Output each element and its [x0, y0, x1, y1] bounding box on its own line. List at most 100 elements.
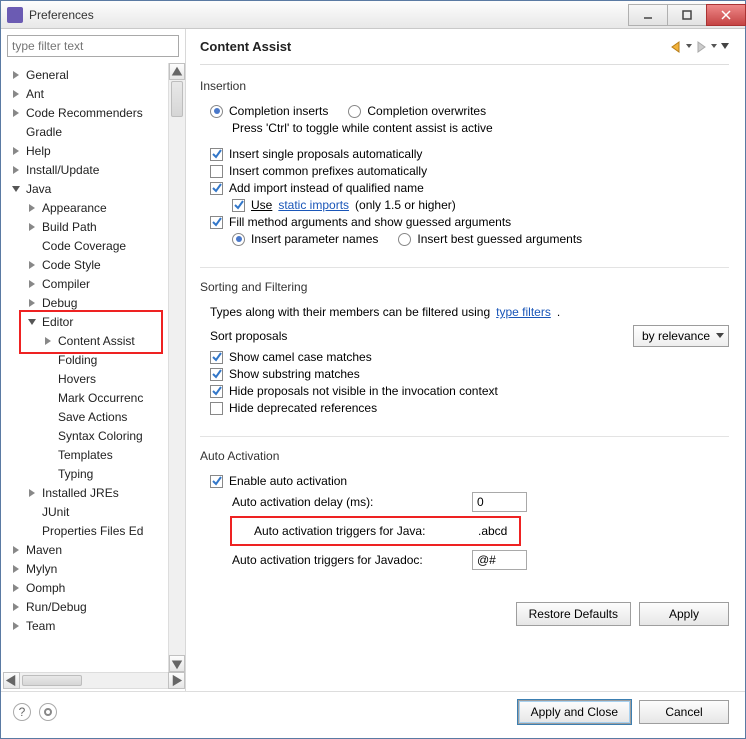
add-import-checkbox[interactable]: [210, 182, 223, 195]
tree-item[interactable]: Oomph: [3, 578, 168, 597]
tree-item[interactable]: Compiler: [3, 274, 168, 293]
preferences-tree[interactable]: GeneralAntCode RecommendersGradleHelpIns…: [1, 63, 168, 672]
tree-twisty-icon[interactable]: [11, 184, 21, 194]
tree-item[interactable]: Mark Occurrenc: [3, 388, 168, 407]
tree-twisty-icon[interactable]: [27, 203, 37, 213]
sorting-heading: Sorting and Filtering: [200, 280, 729, 294]
static-imports-link[interactable]: static imports: [278, 198, 349, 212]
tree-item[interactable]: Java: [3, 179, 168, 198]
tree-twisty-icon[interactable]: [43, 336, 53, 346]
tree-item[interactable]: Mylyn: [3, 559, 168, 578]
back-button[interactable]: [671, 41, 692, 53]
restore-defaults-button[interactable]: Restore Defaults: [516, 602, 631, 626]
apply-button[interactable]: Apply: [639, 602, 729, 626]
use-static-imports-pre: Use: [251, 198, 272, 212]
tree-twisty-icon[interactable]: [11, 545, 21, 555]
minimize-button[interactable]: [628, 4, 668, 26]
completion-overwrites-radio[interactable]: [348, 105, 361, 118]
tree-item[interactable]: JUnit: [3, 502, 168, 521]
tree-twisty-icon[interactable]: [11, 583, 21, 593]
tree-item[interactable]: Debug: [3, 293, 168, 312]
tree-vscroll[interactable]: [168, 63, 185, 672]
tree-item[interactable]: Folding: [3, 350, 168, 369]
tree-item[interactable]: Templates: [3, 445, 168, 464]
tree-twisty-icon[interactable]: [27, 279, 37, 289]
insert-best-guessed-radio[interactable]: [398, 233, 411, 246]
use-static-imports-checkbox[interactable]: [232, 199, 245, 212]
substring-checkbox[interactable]: [210, 368, 223, 381]
completion-inserts-radio[interactable]: [210, 105, 223, 118]
scroll-thumb[interactable]: [171, 81, 183, 117]
tree-hscroll[interactable]: [3, 672, 185, 689]
tree-item[interactable]: Ant: [3, 84, 168, 103]
tree-label: Gradle: [24, 124, 64, 140]
fill-arguments-checkbox[interactable]: [210, 216, 223, 229]
insert-single-checkbox[interactable]: [210, 148, 223, 161]
tree-twisty-icon[interactable]: [11, 165, 21, 175]
tree-item[interactable]: Maven: [3, 540, 168, 559]
tree-item[interactable]: Installed JREs: [3, 483, 168, 502]
tree-twisty-icon[interactable]: [27, 488, 37, 498]
tree-label: Build Path: [40, 219, 99, 235]
tree-item[interactable]: Hovers: [3, 369, 168, 388]
tree-item[interactable]: Syntax Coloring: [3, 426, 168, 445]
triggers-java-input[interactable]: [474, 521, 519, 541]
tree-twisty-icon[interactable]: [11, 146, 21, 156]
tree-item[interactable]: Properties Files Ed: [3, 521, 168, 540]
tree-item[interactable]: Team: [3, 616, 168, 635]
tree-item[interactable]: Code Coverage: [3, 236, 168, 255]
tree-twisty-icon[interactable]: [27, 298, 37, 308]
tree-item[interactable]: Save Actions: [3, 407, 168, 426]
tree-label: Syntax Coloring: [56, 428, 145, 444]
auto-delay-input[interactable]: [472, 492, 527, 512]
tree-twisty-icon[interactable]: [11, 70, 21, 80]
tree-label: Save Actions: [56, 409, 129, 425]
filter-input[interactable]: [7, 35, 179, 57]
maximize-button[interactable]: [667, 4, 707, 26]
cancel-button[interactable]: Cancel: [639, 700, 729, 724]
tree-item[interactable]: Appearance: [3, 198, 168, 217]
tree-item[interactable]: Build Path: [3, 217, 168, 236]
tree-item[interactable]: Gradle: [3, 122, 168, 141]
tree-item[interactable]: Content Assist: [3, 331, 168, 350]
type-filters-link[interactable]: type filters: [496, 305, 551, 319]
tree-spacer: [27, 241, 37, 251]
tree-item[interactable]: Editor: [3, 312, 168, 331]
scroll-up-icon[interactable]: [169, 63, 185, 80]
tree-item[interactable]: Help: [3, 141, 168, 160]
close-button[interactable]: [706, 4, 746, 26]
insert-param-names-radio[interactable]: [232, 233, 245, 246]
scroll-left-icon[interactable]: [3, 672, 20, 689]
tree-item[interactable]: Install/Update: [3, 160, 168, 179]
enable-auto-activation-label: Enable auto activation: [229, 474, 347, 488]
tree-twisty-icon[interactable]: [11, 108, 21, 118]
triggers-javadoc-input[interactable]: [472, 550, 527, 570]
tree-twisty-icon[interactable]: [11, 89, 21, 99]
camel-case-checkbox[interactable]: [210, 351, 223, 364]
hide-invisible-checkbox[interactable]: [210, 385, 223, 398]
tree-item[interactable]: Code Style: [3, 255, 168, 274]
scroll-down-icon[interactable]: [169, 655, 185, 672]
menu-button[interactable]: [721, 43, 729, 51]
tree-twisty-icon[interactable]: [27, 317, 37, 327]
help-icon[interactable]: ?: [13, 703, 31, 721]
tree-twisty-icon[interactable]: [11, 564, 21, 574]
tree-twisty-icon[interactable]: [11, 602, 21, 612]
sort-proposals-combo[interactable]: by relevance: [633, 325, 729, 347]
forward-button[interactable]: [696, 41, 717, 53]
tree-twisty-icon[interactable]: [11, 621, 21, 631]
apply-and-close-button[interactable]: Apply and Close: [518, 700, 631, 724]
tree-item[interactable]: General: [3, 65, 168, 84]
hide-deprecated-checkbox[interactable]: [210, 402, 223, 415]
tree-label: Editor: [40, 314, 75, 330]
scroll-right-icon[interactable]: [168, 672, 185, 689]
tree-item[interactable]: Run/Debug: [3, 597, 168, 616]
hscroll-thumb[interactable]: [22, 675, 82, 686]
enable-auto-activation-checkbox[interactable]: [210, 475, 223, 488]
tree-twisty-icon[interactable]: [27, 222, 37, 232]
tree-item[interactable]: Code Recommenders: [3, 103, 168, 122]
tree-item[interactable]: Typing: [3, 464, 168, 483]
tree-twisty-icon[interactable]: [27, 260, 37, 270]
import-export-icon[interactable]: [39, 703, 57, 721]
insert-common-checkbox[interactable]: [210, 165, 223, 178]
